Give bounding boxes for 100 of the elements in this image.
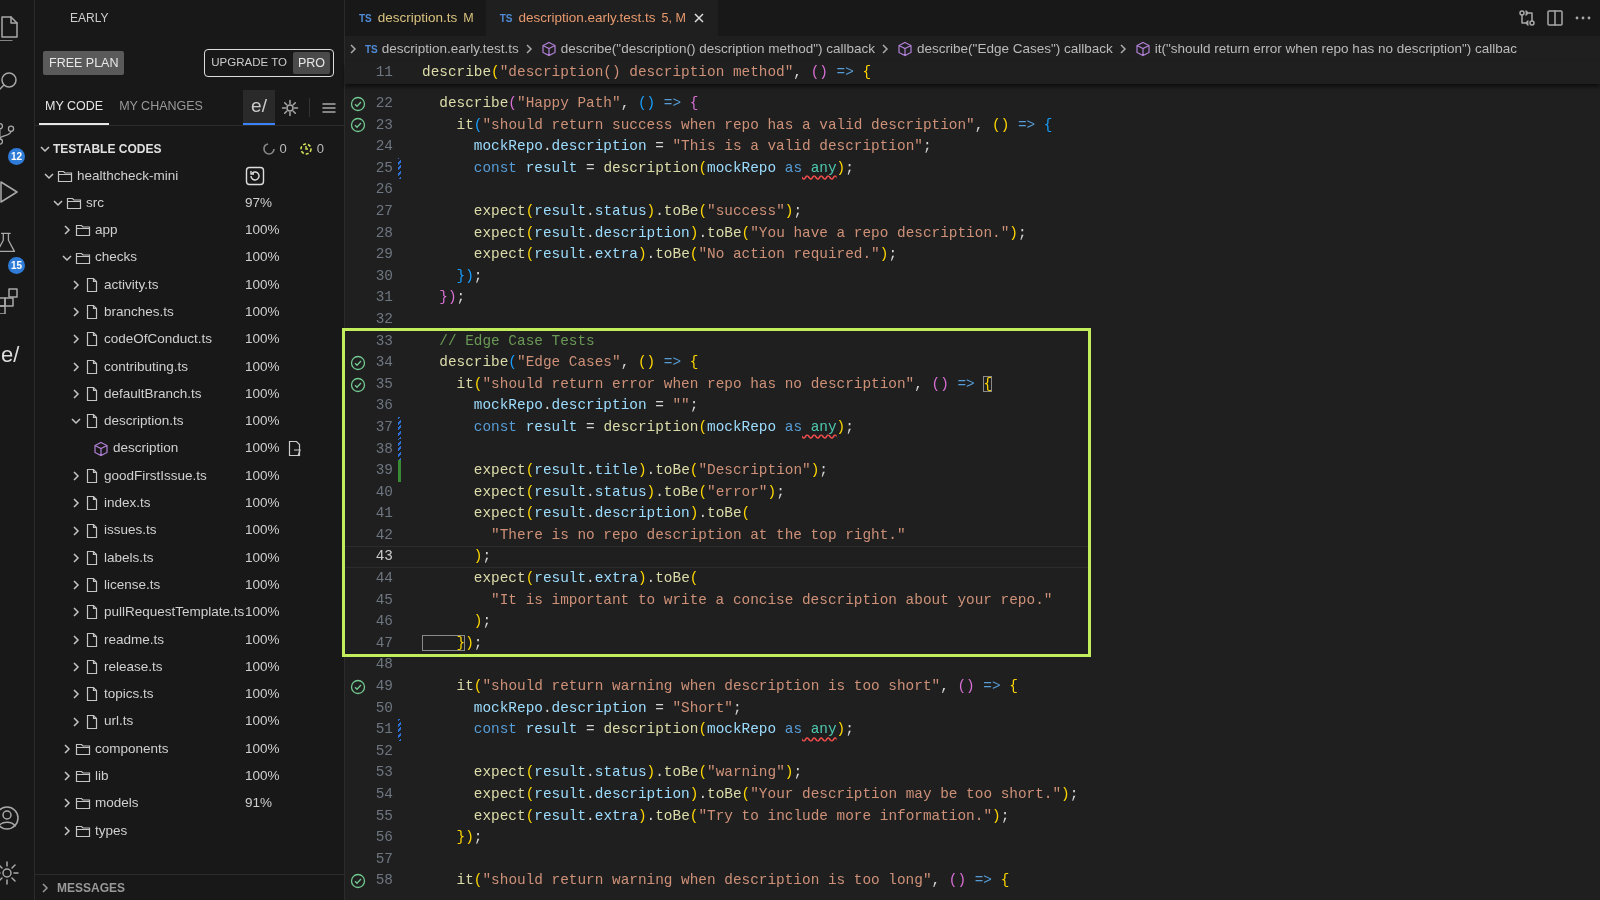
files-icon[interactable] xyxy=(0,13,21,42)
chevron-icon[interactable] xyxy=(70,688,82,701)
tree-item[interactable]: url.ts xyxy=(104,711,134,732)
tree-item[interactable]: branches.ts xyxy=(104,302,174,323)
branch-icon[interactable] xyxy=(0,121,17,146)
split-editor-icon[interactable] xyxy=(1546,9,1564,27)
check-circle-icon[interactable] xyxy=(350,354,366,371)
flask-icon[interactable] xyxy=(0,230,17,255)
chevron-icon[interactable] xyxy=(61,224,73,237)
tree-item[interactable]: lib xyxy=(95,766,109,787)
chevron-icon[interactable] xyxy=(347,43,359,55)
chevron-icon[interactable] xyxy=(70,606,82,619)
line-number: 40 xyxy=(374,482,393,502)
tree-item[interactable]: app xyxy=(95,220,118,241)
tree-item[interactable]: codeOfConduct.ts xyxy=(104,329,213,350)
chevron-icon[interactable] xyxy=(70,388,82,400)
tree-item[interactable]: license.ts xyxy=(104,574,161,596)
line-number: 56 xyxy=(374,828,393,848)
breadcrumb-item[interactable]: description.early.test.ts xyxy=(381,38,519,60)
tree-item[interactable]: types xyxy=(95,820,128,841)
tree-item[interactable]: labels.ts xyxy=(104,547,154,568)
chevron-icon[interactable] xyxy=(70,306,82,319)
file-icon xyxy=(84,386,100,402)
coverage-percent: 100% xyxy=(245,303,280,321)
chevron-icon[interactable] xyxy=(39,143,51,155)
tree-item[interactable]: readme.ts xyxy=(104,629,165,650)
tree-item[interactable]: models xyxy=(95,793,139,814)
chevron-icon[interactable] xyxy=(61,797,73,810)
code-line: it("should return error when repo has no description", () => { xyxy=(455,374,992,394)
chevron-icon[interactable] xyxy=(70,469,82,482)
chevron-icon[interactable] xyxy=(70,715,82,728)
account-icon[interactable] xyxy=(0,804,21,833)
tree-item[interactable]: src xyxy=(86,192,104,214)
line-number: 57 xyxy=(374,849,393,869)
settings-icon[interactable] xyxy=(281,98,299,117)
tree-item[interactable]: index.ts xyxy=(104,493,151,514)
line-number: 35 xyxy=(374,374,393,394)
logo-button[interactable]: e/ xyxy=(243,90,275,125)
tree-item[interactable]: issues.ts xyxy=(104,520,157,541)
chevron-icon[interactable] xyxy=(70,333,82,346)
coverage-percent: 100% xyxy=(245,221,280,240)
file-icon xyxy=(84,522,100,539)
tree-item[interactable]: topics.ts xyxy=(104,684,154,705)
file-icon xyxy=(84,276,100,293)
chevron-icon[interactable] xyxy=(70,360,82,373)
chevron-icon[interactable] xyxy=(39,881,51,894)
compare-icon[interactable] xyxy=(1518,9,1536,27)
chevron-icon[interactable] xyxy=(70,524,82,537)
chevron-icon[interactable] xyxy=(61,742,73,755)
chevron-icon[interactable] xyxy=(70,579,82,592)
chevron-icon[interactable] xyxy=(70,497,82,510)
refresh-icon[interactable] xyxy=(245,165,265,186)
check-circle-icon[interactable] xyxy=(350,678,366,695)
file-icon xyxy=(84,413,100,430)
tree-item[interactable]: defaultBranch.ts xyxy=(104,383,202,405)
check-circle-icon[interactable] xyxy=(350,376,366,393)
tree-item[interactable]: goodFirstIssue.ts xyxy=(104,465,207,487)
tree-item[interactable]: release.ts xyxy=(104,656,163,678)
line-number: 44 xyxy=(374,569,393,589)
line-number: 49 xyxy=(374,677,393,697)
line-number: 31 xyxy=(374,288,393,308)
line-number: 38 xyxy=(374,439,393,459)
tree-item[interactable]: contributing.ts xyxy=(104,356,189,377)
tree-item[interactable]: healthcheck-mini xyxy=(77,165,179,186)
close-icon[interactable] xyxy=(691,11,706,25)
line-number: 36 xyxy=(374,396,393,416)
breadcrumb-item[interactable]: it("should return error when repo has no description") callbac xyxy=(1154,38,1517,60)
chevron-icon[interactable] xyxy=(70,551,82,564)
file-icon xyxy=(84,549,100,566)
code-line: "It is important to write a concise description about your repo." xyxy=(490,590,1053,610)
breadcrumb-item[interactable]: describe("Edge Cases") callback xyxy=(917,38,1113,60)
view-tab[interactable]: MY CHANGES xyxy=(113,90,209,125)
logo-text[interactable]: e/ xyxy=(1,337,20,371)
coverage-percent: 100% xyxy=(245,439,280,458)
extensions-icon[interactable] xyxy=(0,285,21,314)
editor-tab[interactable]: TS description.early.test.ts 5, M xyxy=(485,0,718,36)
tree-item[interactable]: pullRequestTemplate.ts xyxy=(104,602,245,623)
file-icon xyxy=(84,577,100,594)
line-number: 43 xyxy=(374,547,393,567)
upgrade-button[interactable]: UPGRADE TO PRO xyxy=(204,48,334,78)
tree-item[interactable]: description xyxy=(113,438,179,459)
tree-item[interactable]: activity.ts xyxy=(104,274,159,295)
chevron-icon[interactable] xyxy=(70,661,82,673)
folder-icon xyxy=(75,768,91,785)
chevron-icon[interactable] xyxy=(70,633,82,646)
chevron-icon[interactable] xyxy=(61,770,73,783)
tree-item[interactable]: description.ts xyxy=(104,411,184,432)
view-tab[interactable]: MY CODE xyxy=(39,90,110,125)
tree-item[interactable]: components xyxy=(95,738,169,759)
line-number: 22 xyxy=(374,94,393,113)
settings-icon[interactable] xyxy=(0,858,21,887)
code-line: ); xyxy=(472,612,492,632)
chevron-icon[interactable] xyxy=(61,824,73,837)
check-circle-icon[interactable] xyxy=(350,95,366,112)
chevron-icon[interactable] xyxy=(70,278,82,291)
line-number: 48 xyxy=(374,655,393,675)
check-circle-icon[interactable] xyxy=(350,873,366,890)
tree-item[interactable]: checks xyxy=(95,247,138,268)
breadcrumb-item[interactable]: describe("description() description method") callback xyxy=(560,38,876,60)
check-circle-icon[interactable] xyxy=(350,117,366,134)
